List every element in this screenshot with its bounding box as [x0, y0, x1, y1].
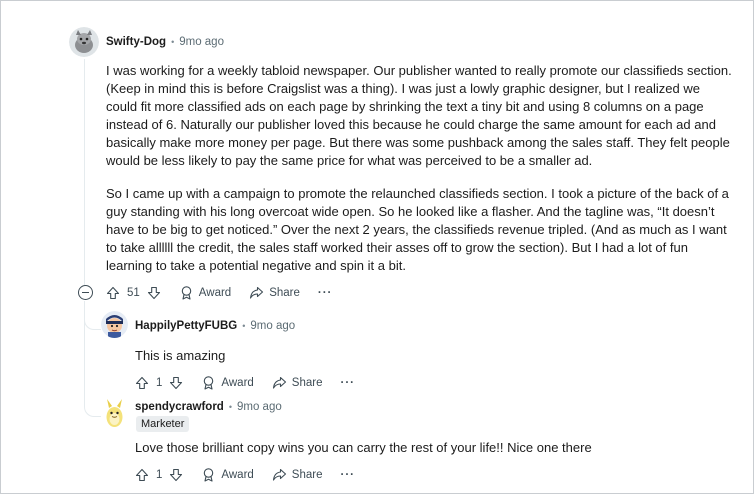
share-label: Share: [291, 468, 323, 481]
share-icon: [272, 468, 286, 481]
comment-paragraph: I was working for a weekly tabloid newsp…: [106, 63, 732, 168]
award-button[interactable]: Award: [201, 375, 254, 390]
vote-count: 1: [156, 376, 163, 389]
comment-meta: Swifty-Dog • 9mo ago: [106, 36, 224, 48]
upvote-icon[interactable]: [135, 376, 149, 390]
timestamp[interactable]: 9mo ago: [250, 320, 295, 332]
separator: •: [242, 321, 246, 331]
more-options-button[interactable]: ···: [340, 377, 355, 389]
award-label: Award: [198, 286, 232, 299]
comment-paragraph: So I came up with a campaign to promote …: [106, 186, 729, 273]
share-button[interactable]: Share: [272, 467, 323, 482]
share-button[interactable]: Share: [272, 375, 323, 390]
share-icon: [250, 286, 264, 299]
separator: •: [171, 37, 175, 47]
avatar[interactable]: [101, 398, 128, 429]
share-icon: [272, 376, 286, 389]
award-icon: [204, 468, 214, 482]
author-name[interactable]: spendycrawford: [135, 401, 224, 413]
timestamp[interactable]: 9mo ago: [179, 36, 224, 48]
upvote-icon[interactable]: [135, 468, 149, 482]
collapse-button[interactable]: [78, 285, 93, 300]
award-label: Award: [221, 468, 254, 481]
more-options-button[interactable]: ···: [318, 287, 333, 299]
vote-group: 1: [135, 376, 183, 390]
avatar[interactable]: [101, 311, 128, 338]
more-options-button[interactable]: ···: [340, 469, 355, 481]
vote-count: 51: [127, 286, 140, 299]
vote-group: 1: [135, 468, 183, 482]
comment-body: Love those brilliant copy wins you can c…: [135, 439, 735, 457]
comment-actions: 1 Award Share ···: [135, 467, 355, 482]
downvote-icon[interactable]: [169, 376, 183, 390]
separator: •: [228, 402, 232, 412]
avatar[interactable]: [69, 27, 99, 57]
vote-group: 51: [106, 286, 161, 300]
comment-paragraph: Love those brilliant copy wins you can c…: [135, 440, 592, 455]
share-label: Share: [291, 376, 323, 389]
comment-meta: HappilyPettyFUBG • 9mo ago: [135, 320, 295, 332]
comment-body: This is amazing: [135, 347, 715, 365]
comment-meta: spendycrawford • 9mo ago: [135, 401, 282, 413]
timestamp[interactable]: 9mo ago: [237, 401, 282, 413]
award-button[interactable]: Award: [201, 467, 254, 482]
vote-count: 1: [156, 468, 163, 481]
award-label: Award: [221, 376, 254, 389]
comment-paragraph: This is amazing: [135, 348, 226, 363]
comment-actions: 51 Award Share ···: [106, 285, 332, 300]
thread-connector: [84, 301, 101, 417]
award-button[interactable]: Award: [179, 285, 231, 300]
author-name[interactable]: HappilyPettyFUBG: [135, 320, 237, 332]
user-flair-badge: Marketer: [136, 416, 190, 432]
downvote-icon[interactable]: [147, 286, 161, 300]
comment-actions: 1 Award Share ···: [135, 375, 355, 390]
share-label: Share: [269, 286, 300, 299]
share-button[interactable]: Share: [249, 285, 300, 300]
award-icon: [204, 376, 214, 390]
thread-line[interactable]: [84, 59, 85, 285]
upvote-icon[interactable]: [106, 286, 120, 300]
downvote-icon[interactable]: [169, 468, 183, 482]
award-icon: [181, 286, 192, 300]
author-name[interactable]: Swifty-Dog: [106, 36, 166, 48]
comment-thread: Swifty-Dog • 9mo ago I was working for a…: [0, 0, 754, 494]
comment-body: I was working for a weekly tabloid newsp…: [106, 62, 734, 275]
